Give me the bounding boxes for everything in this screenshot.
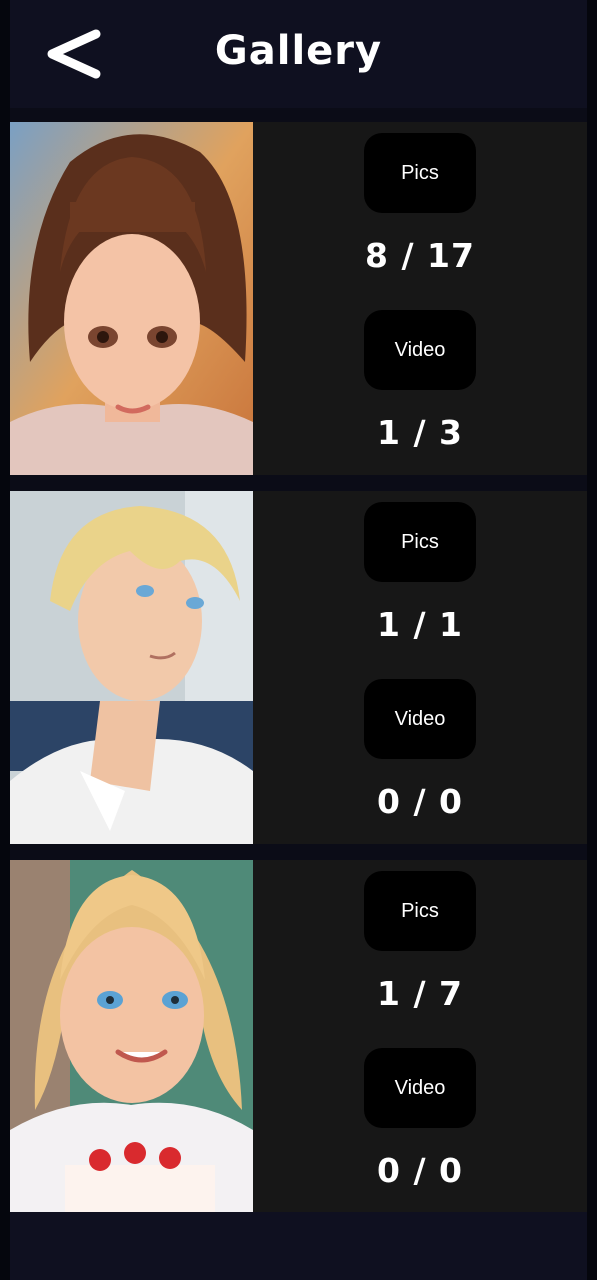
left-edge	[0, 0, 10, 1280]
pics-button[interactable]: Pics	[364, 502, 476, 582]
stats-panel: Pics 1 / 7 Video 0 / 0	[253, 860, 587, 1213]
stats-panel: Pics 1 / 1 Video 0 / 0	[253, 491, 587, 844]
character-portrait[interactable]	[10, 491, 253, 844]
video-button[interactable]: Video	[364, 1048, 476, 1128]
header-bar: Gallery	[10, 0, 587, 108]
portrait-image	[10, 491, 253, 844]
portrait-image	[10, 860, 253, 1213]
bottom-bar	[10, 1212, 587, 1280]
pics-count: 8 / 17	[365, 236, 475, 275]
video-button[interactable]: Video	[364, 310, 476, 390]
video-button[interactable]: Video	[364, 679, 476, 759]
character-portrait[interactable]	[10, 122, 253, 475]
stats-panel: Pics 8 / 17 Video 1 / 3	[253, 122, 587, 475]
character-card[interactable]: Pics 1 / 7 Video 0 / 0	[10, 860, 587, 1213]
gallery-screen: Gallery Pics 8 / 17 Video 1 / 3 Pics 1 /…	[0, 0, 597, 1280]
character-card[interactable]: Pics 1 / 1 Video 0 / 0	[10, 491, 587, 844]
pics-button[interactable]: Pics	[364, 133, 476, 213]
pics-button[interactable]: Pics	[364, 871, 476, 951]
video-count: 0 / 0	[377, 782, 463, 821]
video-count: 1 / 3	[377, 413, 463, 452]
pics-count: 1 / 7	[377, 974, 463, 1013]
page-title: Gallery	[214, 28, 383, 74]
video-count: 0 / 0	[377, 1151, 463, 1190]
right-edge	[587, 0, 597, 1280]
portrait-image	[10, 122, 253, 475]
pics-count: 1 / 1	[377, 605, 463, 644]
character-card[interactable]: Pics 8 / 17 Video 1 / 3	[10, 122, 587, 475]
character-portrait[interactable]	[10, 860, 253, 1213]
